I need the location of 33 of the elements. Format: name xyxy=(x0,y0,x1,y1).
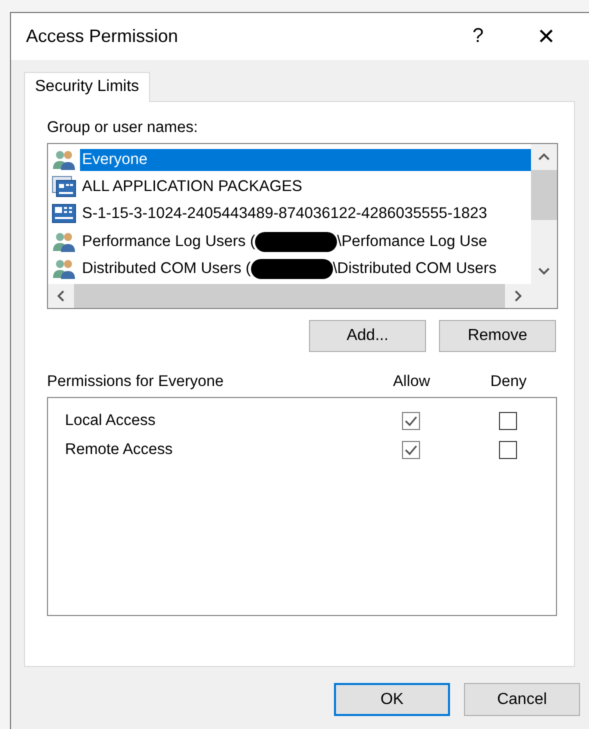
users-icon xyxy=(52,230,76,253)
list-action-button[interactable]: Add... xyxy=(309,320,426,352)
column-header: Deny xyxy=(489,373,528,391)
close-button[interactable]: ✕ xyxy=(522,24,570,50)
users-icon xyxy=(52,258,76,280)
permissions-label: Permissions for Everyone xyxy=(47,373,225,391)
column-header: Allow xyxy=(392,373,432,391)
vertical-scrollbar[interactable] xyxy=(531,144,557,284)
user-list-item[interactable]: S-1-15-3-1024-2405443489-874036122-4286035555-1823 xyxy=(80,203,490,226)
help-button[interactable]: ? xyxy=(454,25,502,48)
dialog-button[interactable]: Cancel xyxy=(464,683,580,716)
caret-up-icon[interactable] xyxy=(538,151,550,163)
permission-name: Remote Access xyxy=(64,440,174,458)
list-action-button[interactable]: Remove xyxy=(439,320,556,352)
caret-down-icon[interactable] xyxy=(538,265,550,277)
app-window-icon xyxy=(52,176,76,198)
deny-checkbox[interactable] xyxy=(498,440,516,458)
allow-checkbox[interactable] xyxy=(402,412,420,430)
users-icon xyxy=(52,148,76,171)
window-title: Access Permission xyxy=(26,26,180,47)
user-list-item[interactable]: ALL APPLICATION PACKAGES xyxy=(80,176,304,198)
user-list-item[interactable]: Performance Log Users ( \Perfomance Log Use xyxy=(80,230,490,254)
permission-name: Local Access xyxy=(64,412,156,430)
tab[interactable]: Security Limits xyxy=(24,72,150,102)
dialog-button[interactable]: OK xyxy=(334,683,450,716)
app-window-icon xyxy=(52,203,76,226)
user-list-item[interactable]: Everyone xyxy=(80,148,531,171)
user-list-item[interactable]: Distributed COM Users ( \Distributed COM Users xyxy=(80,257,498,282)
allow-checkbox[interactable] xyxy=(402,440,420,458)
caret-right-icon[interactable] xyxy=(512,290,524,302)
group-label: Group or user names: xyxy=(47,119,199,137)
caret-left-icon[interactable] xyxy=(55,290,67,302)
deny-checkbox[interactable] xyxy=(498,412,516,430)
